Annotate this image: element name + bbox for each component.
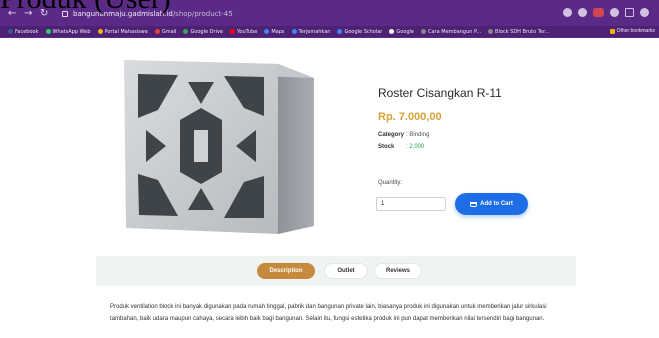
bookmark-item[interactable]: Terjemahkan [291, 29, 330, 35]
bookmark-item[interactable]: Maps [264, 29, 285, 35]
bookmark-favicon-icon [389, 29, 395, 34]
bookmark-item[interactable]: Cara Membangun P... [421, 29, 481, 35]
bookmark-favicon-icon [488, 29, 494, 34]
bookmark-item[interactable]: Gmail [154, 29, 176, 35]
other-bookmarks[interactable]: Other bookmarks [605, 26, 655, 37]
product-price: Rp. 7.000,00 [378, 111, 442, 123]
window-icon[interactable] [625, 8, 634, 17]
category-label: Category [378, 132, 405, 138]
bookmark-favicon-icon [8, 29, 13, 34]
bookmark-favicon-icon [264, 29, 270, 34]
product-info: Roster Cisangkan R-11 Rp. 7.000,00 Categ… [378, 86, 618, 153]
quantity-label: Quantity: [378, 180, 403, 186]
tab-reviews[interactable]: Reviews [374, 263, 422, 279]
bookmark-item[interactable]: Block SDH Bruto Ter... [488, 29, 549, 35]
category-row: Category: Binding [378, 129, 618, 141]
bookmark-item[interactable]: WhatsApp Web [45, 29, 91, 35]
product-title: Roster Cisangkan R-11 [378, 86, 502, 100]
stock-label: Stock [378, 144, 395, 150]
category-value: : Binding [406, 132, 430, 138]
add-to-cart-button[interactable]: Add to Cart [455, 193, 528, 215]
profile-icon[interactable] [640, 8, 649, 17]
bookmark-item[interactable]: YouTube [230, 29, 257, 35]
extension-icon[interactable] [593, 8, 604, 17]
bookmark-item[interactable]: Google [389, 29, 414, 35]
cart-icon [470, 201, 478, 207]
bookmark-favicon-icon [45, 29, 51, 34]
puzzle-icon[interactable] [610, 8, 619, 17]
bookmark-favicon-icon [97, 29, 103, 34]
bookmark-item[interactable]: Google Scholar [337, 29, 382, 35]
tab-outlet[interactable]: Outlet [324, 263, 368, 279]
product-description: Produk ventilation block ini banyak digu… [110, 304, 547, 322]
stock-value: : 2.000 [406, 144, 425, 150]
tab-bar: Description Outlet Reviews [96, 256, 576, 286]
folder-icon [609, 29, 615, 34]
bookmark-favicon-icon [230, 29, 235, 34]
tab-description[interactable]: Description [257, 263, 315, 279]
star-icon[interactable] [578, 8, 587, 17]
url-path: /shop/product-45 [172, 10, 233, 18]
page-caption: Produk (User) [0, 0, 171, 14]
bookmark-favicon-icon [183, 29, 189, 34]
quantity-input[interactable]: 1 [376, 197, 446, 211]
bookmark-favicon-icon [421, 29, 426, 34]
toolbar-icons [563, 8, 649, 17]
bookmark-item[interactable]: Facebook [8, 29, 39, 35]
stock-row: Stock : 2.000 [378, 141, 618, 153]
product-image [124, 60, 314, 234]
bookmark-favicon-icon [337, 29, 343, 34]
add-to-cart-label: Add to Cart [480, 201, 513, 207]
bookmark-favicon-icon [291, 29, 297, 34]
bookmark-item[interactable]: Portal Mahasiswa [97, 29, 148, 35]
bookmarks-bar: Facebook WhatsApp Web Portal Mahasiswa G… [0, 26, 659, 37]
product-specs: Category: Binding Stock : 2.000 [378, 129, 618, 153]
bookmark-favicon-icon [154, 29, 160, 34]
share-icon[interactable] [563, 8, 572, 17]
bookmark-item[interactable]: Google Drive [183, 29, 223, 35]
